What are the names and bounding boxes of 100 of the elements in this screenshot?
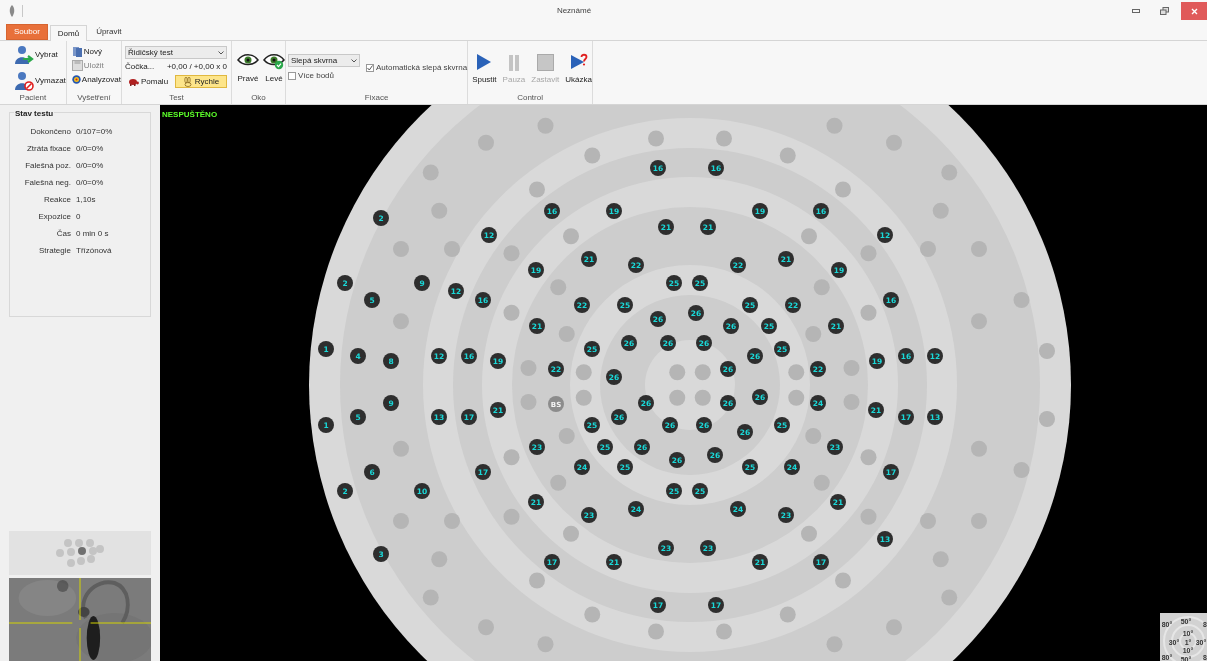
status-value: 0/0=0% — [76, 177, 104, 189]
untested-point — [932, 551, 949, 568]
untested-point — [694, 389, 711, 406]
status-value: 0/107=0% — [76, 126, 113, 138]
untested-point — [801, 228, 817, 245]
untested-point — [529, 181, 545, 198]
ribbon-tab[interactable]: Úpravit — [89, 24, 129, 40]
untested-point — [431, 202, 448, 219]
lens-button[interactable]: Čočka... — [124, 61, 155, 73]
untested-point — [563, 228, 579, 245]
close-icon — [1190, 7, 1198, 15]
fixation-dropdown[interactable]: Slepá skvrna — [287, 54, 360, 67]
restore-icon — [1159, 7, 1169, 15]
status-value: 0 min 0 s — [76, 228, 109, 240]
target-icon — [71, 75, 81, 84]
select-patient-button[interactable]: Vybrat — [14, 44, 66, 66]
control-button[interactable]: Spustit — [472, 52, 497, 92]
untested-point — [920, 513, 936, 529]
untested-point — [843, 360, 860, 376]
group-label: Control — [517, 92, 543, 104]
untested-point — [860, 449, 877, 466]
untested-point — [393, 440, 409, 457]
untested-point — [558, 326, 575, 342]
minimize-icon — [1132, 9, 1140, 13]
status-label: Čas — [55, 228, 72, 240]
control-button[interactable]: Ukázka — [565, 52, 592, 92]
group-label: Test — [169, 92, 184, 104]
close-button[interactable] — [1181, 2, 1207, 20]
untested-point — [813, 279, 830, 296]
speed-button[interactable]: Pomalu — [124, 75, 175, 88]
untested-point — [563, 525, 579, 542]
exam-button[interactable]: Nový — [71, 45, 121, 58]
exam-button[interactable]: Analyzovat — [71, 73, 121, 86]
untested-point — [669, 364, 686, 381]
status-label: Dokončeno — [29, 126, 72, 138]
untested-point — [694, 364, 711, 381]
status-value: 0 — [76, 211, 81, 223]
untested-point — [1013, 292, 1030, 308]
ribbon-tab[interactable]: Domů — [49, 25, 88, 41]
untested-point — [422, 164, 439, 181]
untested-point — [520, 394, 537, 410]
fixation-dots-drawing — [56, 539, 104, 567]
app-icon — [8, 5, 16, 17]
test-status: NESPUŠTĚNO — [162, 109, 218, 121]
untested-point — [779, 147, 796, 164]
lens-value: +0,00 / +0,00 x 0 — [166, 61, 227, 73]
untested-point — [444, 513, 460, 529]
status-label: Strategie — [37, 245, 72, 257]
document-icon — [71, 46, 83, 57]
eye-button[interactable]: Pravé — [236, 54, 259, 92]
untested-point — [788, 389, 805, 406]
status-label: Expozice — [37, 211, 72, 223]
untested-point — [503, 508, 520, 525]
untested-point — [813, 474, 830, 491]
untested-point — [558, 428, 575, 444]
untested-point — [648, 130, 664, 147]
untested-point — [971, 241, 987, 257]
untested-point — [1039, 343, 1055, 359]
untested-point — [805, 326, 822, 342]
delete-patient-button[interactable]: Vymazat — [14, 70, 66, 92]
untested-point — [478, 134, 494, 151]
untested-point — [835, 181, 851, 198]
untested-point — [860, 304, 877, 321]
untested-point — [860, 508, 877, 525]
untested-point — [529, 572, 545, 589]
checkbox[interactable]: Více bodů — [287, 70, 360, 82]
untested-point — [393, 513, 409, 529]
caret-icon — [350, 58, 357, 63]
untested-point — [860, 245, 877, 262]
status-value: 0/0=0% — [76, 143, 104, 155]
checkbox[interactable]: Automatická slepá skvrna — [365, 62, 468, 74]
status-label: Reakce — [42, 194, 72, 206]
person-icon — [14, 45, 34, 65]
person-icon — [14, 71, 34, 91]
speed-button[interactable]: Rychle — [174, 75, 227, 88]
window-title: Neznámé — [556, 5, 592, 17]
group-label: Pacient — [19, 92, 47, 104]
status-value: Třízónová — [76, 245, 112, 257]
untested-point — [422, 589, 439, 606]
eye-button[interactable]: Levé — [262, 54, 285, 92]
untested-point — [444, 241, 460, 257]
status-label: Falešná neg. — [23, 177, 72, 189]
test-dropdown[interactable]: Řidičský test — [124, 46, 227, 59]
untested-point — [648, 623, 664, 640]
untested-point — [716, 623, 732, 640]
checkmark-icon — [366, 65, 373, 71]
untested-point — [932, 202, 949, 219]
untested-point — [826, 636, 843, 653]
untested-point — [478, 619, 494, 636]
untested-point — [716, 130, 732, 147]
untested-point — [1039, 411, 1055, 427]
untested-point — [550, 474, 567, 491]
untested-point — [971, 513, 987, 529]
status-value: 1,10s — [76, 194, 96, 206]
untested-point — [886, 619, 902, 636]
play-icon — [476, 53, 493, 71]
group-label: Vyšetření — [77, 92, 111, 104]
untested-point — [537, 117, 554, 134]
stop-icon — [536, 54, 554, 71]
untested-point — [801, 525, 817, 542]
